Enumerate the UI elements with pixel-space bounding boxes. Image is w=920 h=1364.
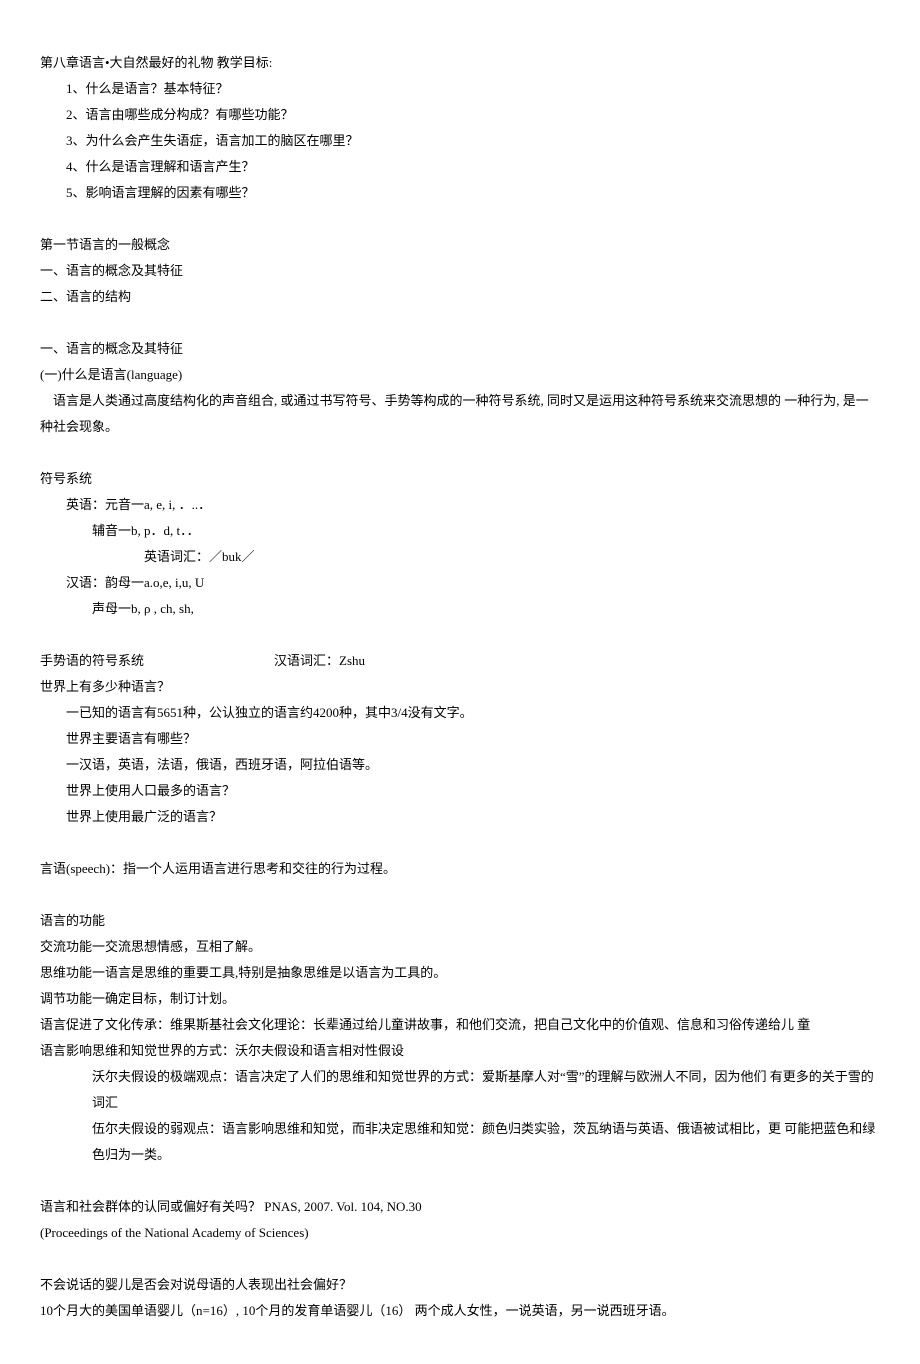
function-2: 思维功能一语言是思维的重要工具,特别是抽象思维是以语言为工具的。 xyxy=(40,960,880,986)
gesture-row: 手势语的符号系统 汉语词汇：Zshu xyxy=(40,648,880,674)
speech-definition: 言语(speech)：指一个人运用语言进行思考和交往的行为过程。 xyxy=(40,856,880,882)
concept-sub: (一)什么是语言(language) xyxy=(40,362,880,388)
function-5: 语言影响思维和知觉世界的方式：沃尔夫假设和语言相对性假设 xyxy=(40,1038,880,1064)
symbol-line-4: 汉语：韵母一a.o,e, i,u, U xyxy=(40,570,880,596)
function-1: 交流功能一交流思想情感，互相了解。 xyxy=(40,934,880,960)
objective-1: 1、什么是语言？基本特征？ xyxy=(40,76,880,102)
symbol-line-2: 辅音一b, p．d, t．． xyxy=(40,518,880,544)
languages-a1: 一已知的语言有5651种，公认独立的语言约4200种，其中3/4没有文字。 xyxy=(40,700,880,726)
function-5a: 沃尔夫假设的极端观点：语言决定了人们的思维和知觉世界的方式：爱斯基摩人对“雪”的… xyxy=(40,1064,880,1116)
languages-a2: 一汉语，英语，法语，俄语，西班牙语，阿拉伯语等。 xyxy=(40,752,880,778)
concept-definition: 语言是人类通过高度结构化的声音组合, 或通过书写符号、手势等构成的一种符号系统,… xyxy=(40,388,880,440)
gesture-right: 汉语词汇：Zshu xyxy=(274,648,365,674)
symbol-line-3: 英语词汇：／buk／ xyxy=(40,544,880,570)
objective-4: 4、什么是语言理解和语言产生？ xyxy=(40,154,880,180)
function-5b: 伍尔夫假设的弱观点：语言影响思维和知觉，而非决定思维和知觉：颜色归类实验，茨瓦纳… xyxy=(40,1116,880,1168)
chapter-title: 第八章语言•大自然最好的礼物 教学目标: xyxy=(40,50,880,76)
function-4: 语言促进了文化传承：维果斯基社会文化理论：长辈通过给儿童讲故事，和他们交流，把自… xyxy=(40,1012,880,1038)
concept-heading: 一、语言的概念及其特征 xyxy=(40,336,880,362)
languages-q1: 世界上有多少种语言？ xyxy=(40,674,880,700)
symbol-line-1: 英语：元音一a, e, i, ．..． xyxy=(40,492,880,518)
section1-heading: 第一节语言的一般概念 xyxy=(40,232,880,258)
languages-q3: 世界上使用人口最多的语言？ xyxy=(40,778,880,804)
symbol-line-5: 声母一b, ρ , ch, sh, xyxy=(40,596,880,622)
objective-3: 3、为什么会产生失语症，语言加工的脑区在哪里？ xyxy=(40,128,880,154)
study-reference: (Proceedings of the National Academy of … xyxy=(40,1220,880,1246)
gesture-left: 手势语的符号系统 xyxy=(40,648,274,674)
objective-2: 2、语言由哪些成分构成？有哪些功能？ xyxy=(40,102,880,128)
languages-q2: 世界主要语言有哪些？ xyxy=(40,726,880,752)
study-question: 语言和社会群体的认同或偏好有关吗？ PNAS, 2007. Vol. 104, … xyxy=(40,1194,880,1220)
infant-question: 不会说话的婴儿是否会对说母语的人表现出社会偏好？ xyxy=(40,1272,880,1298)
objective-5: 5、影响语言理解的因素有哪些？ xyxy=(40,180,880,206)
function-3: 调节功能一确定目标，制订计划。 xyxy=(40,986,880,1012)
languages-q4: 世界上使用最广泛的语言？ xyxy=(40,804,880,830)
infant-experiment: 10个月大的美国单语婴儿（n=16）, 10个月的发育单语婴儿（16） 两个成人… xyxy=(40,1298,880,1324)
symbol-system-heading: 符号系统 xyxy=(40,466,880,492)
functions-heading: 语言的功能 xyxy=(40,908,880,934)
section1-sub1: 一、语言的概念及其特征 xyxy=(40,258,880,284)
section1-sub2: 二、语言的结构 xyxy=(40,284,880,310)
